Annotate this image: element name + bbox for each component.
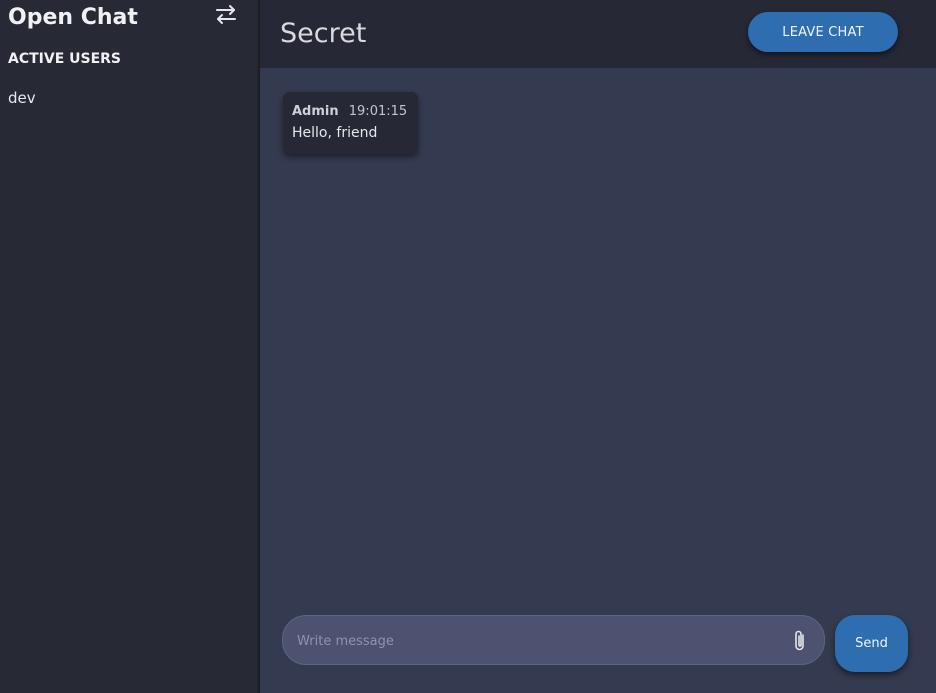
message-author: Admin [292,104,339,119]
leave-chat-button[interactable]: LEAVE CHAT [748,12,898,52]
chat-app: Open Chat ACTIVE USERS dev Secret LEAVE … [0,0,936,693]
swap-arrows-icon[interactable] [213,3,239,25]
active-users-heading: ACTIVE USERS [8,51,122,67]
active-user-item[interactable]: dev [8,88,36,108]
message-input[interactable] [295,616,779,666]
sidebar: Open Chat ACTIVE USERS dev [0,0,258,693]
message-bubble: Admin 19:01:15 Hello, friend [283,92,419,154]
chat-header: Secret LEAVE CHAT [260,0,936,68]
message-meta: Admin 19:01:15 [292,104,407,120]
message-composer [282,615,825,666]
active-users-list: dev [8,88,36,108]
send-button[interactable]: Send [835,615,908,672]
message-text: Hello, friend [292,125,378,141]
paperclip-icon[interactable] [790,629,810,653]
message-time: 19:01:15 [348,104,408,119]
app-title: Open Chat [8,5,138,30]
chat-main: Admin 19:01:15 Hello, friend Send [260,68,936,693]
room-title: Secret [280,18,367,49]
